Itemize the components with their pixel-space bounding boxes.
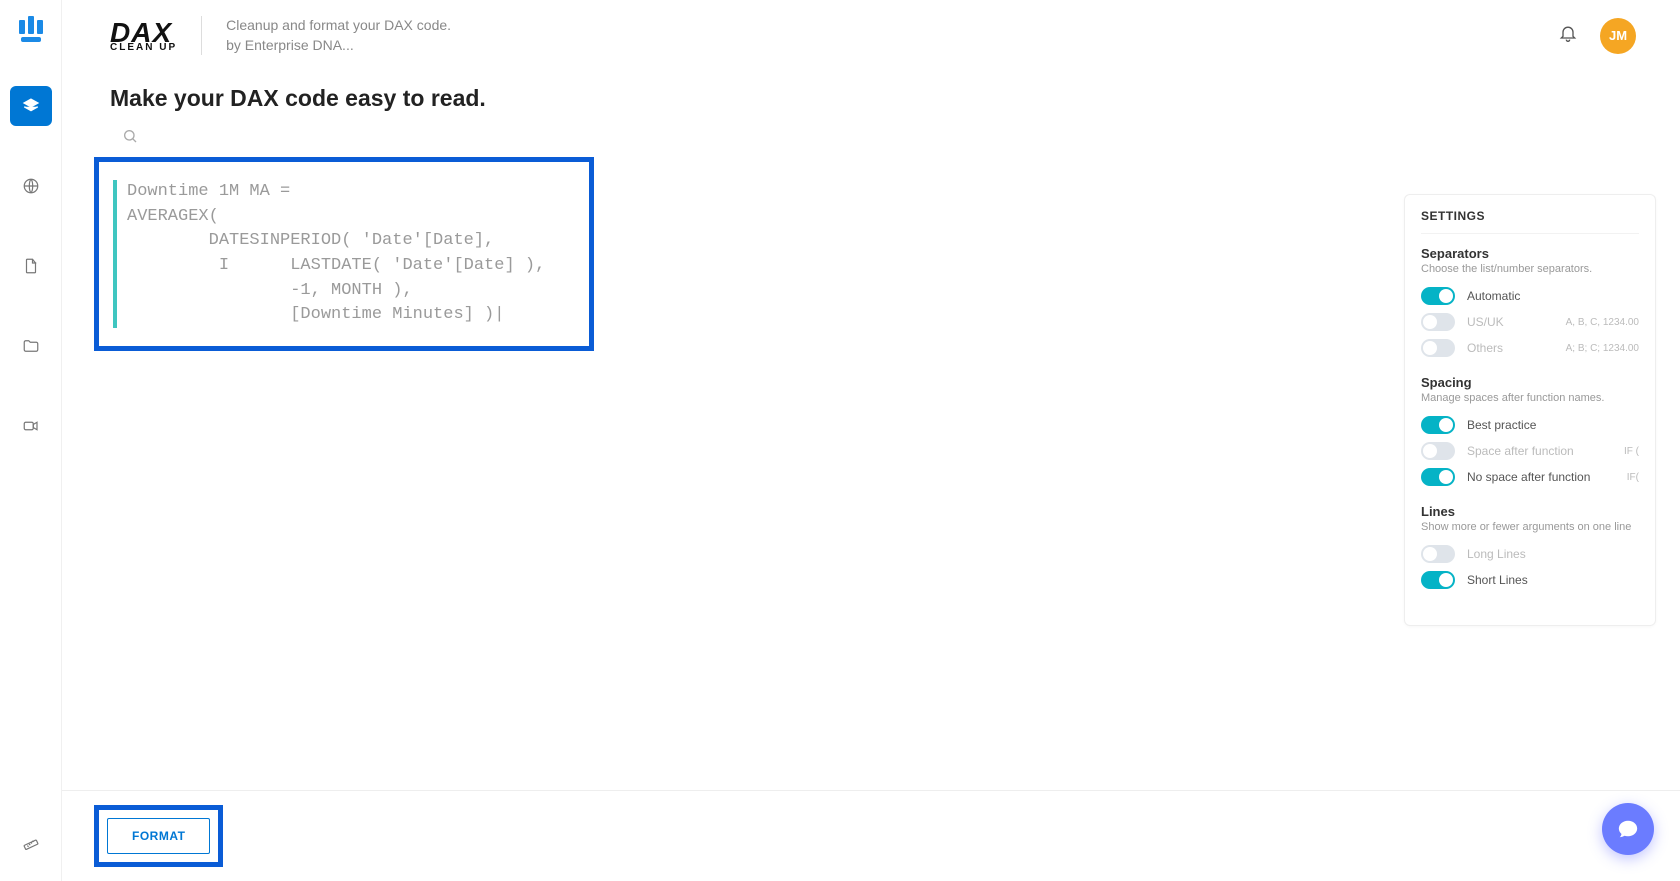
settings-spacing: Spacing Manage spaces after function nam… <box>1421 375 1639 490</box>
toggle-long-lines[interactable] <box>1421 545 1455 563</box>
format-button-highlight: FORMAT <box>94 805 223 867</box>
brand-logo: DAX CLEAN UP <box>110 20 177 52</box>
search-icon[interactable] <box>122 131 138 148</box>
settings-panel: SETTINGS Separators Choose the list/numb… <box>1404 194 1656 626</box>
settings-title: SETTINGS <box>1421 209 1639 234</box>
footer-bar: FORMAT <box>62 790 1680 881</box>
notifications-icon[interactable] <box>1558 23 1578 48</box>
toggle-best-practice[interactable] <box>1421 416 1455 434</box>
left-sidebar <box>0 0 62 881</box>
page-title: Make your DAX code easy to read. <box>62 65 1680 124</box>
header: DAX CLEAN UP Cleanup and format your DAX… <box>62 0 1680 65</box>
brand-subtitle: CLEAN UP <box>110 43 177 52</box>
toggle-space-after[interactable] <box>1421 442 1455 460</box>
brand-description: Cleanup and format your DAX code. by Ent… <box>201 16 451 55</box>
toggle-short-lines[interactable] <box>1421 571 1455 589</box>
format-button[interactable]: FORMAT <box>107 818 210 854</box>
nav-item-layers[interactable] <box>10 86 52 126</box>
chat-fab[interactable] <box>1602 803 1654 855</box>
nav-item-ruler[interactable] <box>10 821 52 861</box>
toggle-usuk[interactable] <box>1421 313 1455 331</box>
main-content: DAX CLEAN UP Cleanup and format your DAX… <box>62 0 1680 881</box>
nav-item-document[interactable] <box>10 246 52 286</box>
editor-gutter <box>113 180 117 328</box>
brand-block: DAX CLEAN UP Cleanup and format your DAX… <box>110 16 1558 55</box>
avatar[interactable]: JM <box>1600 18 1636 54</box>
code-editor-highlight: Downtime 1M MA = AVERAGEX( DATESINPERIOD… <box>94 157 594 351</box>
nav-item-globe[interactable] <box>10 166 52 206</box>
brand-name: DAX <box>110 20 172 45</box>
editor-content: Downtime 1M MA = AVERAGEX( DATESINPERIOD… <box>127 180 545 328</box>
app-logo <box>15 14 47 46</box>
toggle-others[interactable] <box>1421 339 1455 357</box>
toggle-no-space-after[interactable] <box>1421 468 1455 486</box>
toggle-automatic[interactable] <box>1421 287 1455 305</box>
nav-item-folder[interactable] <box>10 326 52 366</box>
nav-item-video[interactable] <box>10 406 52 446</box>
settings-lines: Lines Show more or fewer arguments on on… <box>1421 504 1639 593</box>
code-editor[interactable]: Downtime 1M MA = AVERAGEX( DATESINPERIOD… <box>107 170 581 338</box>
settings-separators: Separators Choose the list/number separa… <box>1421 246 1639 361</box>
